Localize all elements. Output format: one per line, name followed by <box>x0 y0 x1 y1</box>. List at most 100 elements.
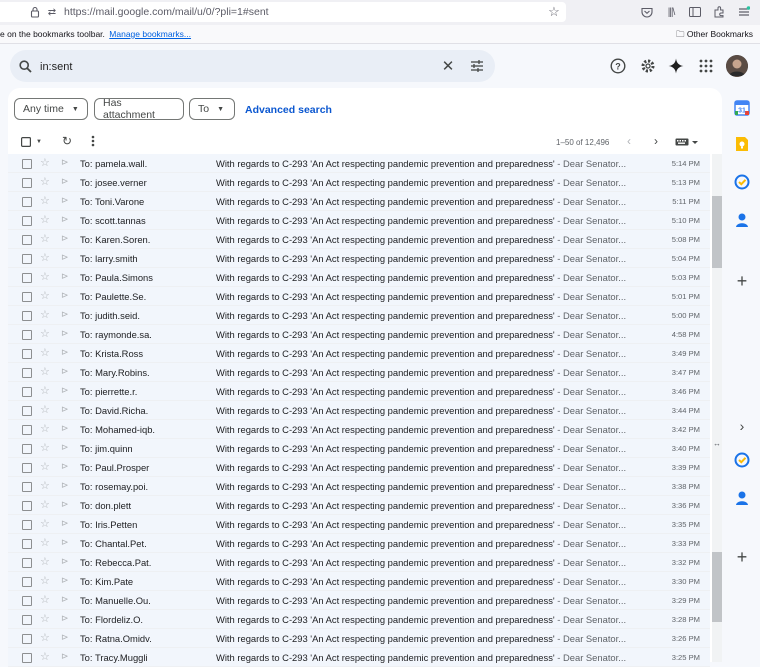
row-checkbox[interactable] <box>22 273 32 283</box>
star-icon[interactable]: ☆ <box>40 593 50 606</box>
email-row[interactable]: ☆ ⊳ To: Mary.Robins. With regards to C-293 … <box>8 363 710 382</box>
important-marker-icon[interactable]: ⊳ <box>61 176 69 187</box>
select-dropdown-chevron-icon[interactable]: ▼ <box>34 137 44 147</box>
row-checkbox[interactable] <box>22 311 32 321</box>
important-marker-icon[interactable]: ⊳ <box>61 423 69 434</box>
search-options-icon[interactable] <box>469 58 485 74</box>
pocket-icon[interactable] <box>640 5 654 19</box>
support-icon[interactable]: ? <box>609 57 627 75</box>
row-checkbox[interactable] <box>22 425 32 435</box>
email-row[interactable]: ☆ ⊳ To: Manuelle.Ou. With regards to C-293 … <box>8 591 710 610</box>
row-checkbox[interactable] <box>22 216 32 226</box>
important-marker-icon[interactable]: ⊳ <box>61 271 69 282</box>
important-marker-icon[interactable]: ⊳ <box>61 575 69 586</box>
star-icon[interactable]: ☆ <box>40 460 50 473</box>
row-checkbox[interactable] <box>22 292 32 302</box>
expand-panel-chevron-icon[interactable]: › <box>728 412 756 440</box>
important-marker-icon[interactable]: ⊳ <box>61 499 69 510</box>
important-marker-icon[interactable]: ⊳ <box>61 537 69 548</box>
important-marker-icon[interactable]: ⊳ <box>61 214 69 225</box>
advanced-search-link[interactable]: Advanced search <box>245 104 332 116</box>
other-bookmarks[interactable]: 🗀 Other Bookmarks <box>676 29 753 43</box>
star-icon[interactable]: ☆ <box>40 213 50 226</box>
lock-icon[interactable] <box>29 5 41 19</box>
important-marker-icon[interactable]: ⊳ <box>61 480 69 491</box>
important-marker-icon[interactable]: ⊳ <box>61 404 69 415</box>
email-row[interactable]: ☆ ⊳ To: don.plett With regards to C-293 'An… <box>8 496 710 515</box>
email-row[interactable]: ☆ ⊳ To: josee.verner With regards to C-293 … <box>8 173 710 192</box>
important-marker-icon[interactable]: ⊳ <box>61 347 69 358</box>
row-checkbox[interactable] <box>22 615 32 625</box>
address-bar[interactable]: ⇄ https://mail.google.com/mail/u/0/?pli=… <box>0 2 566 22</box>
row-checkbox[interactable] <box>22 596 32 606</box>
email-row[interactable]: ☆ ⊳ To: Tracy.Muggli With regards to C-293 … <box>8 648 710 667</box>
contacts-app-icon[interactable] <box>728 206 756 234</box>
star-icon[interactable]: ☆ <box>40 403 50 416</box>
star-icon[interactable]: ☆ <box>40 574 50 587</box>
important-marker-icon[interactable]: ⊳ <box>61 613 69 624</box>
important-marker-icon[interactable]: ⊳ <box>61 632 69 643</box>
star-icon[interactable]: ☆ <box>40 555 50 568</box>
row-checkbox[interactable] <box>22 349 32 359</box>
apps-grid-icon[interactable] <box>697 57 715 75</box>
any-time-filter[interactable]: Any time ▼ <box>14 98 88 120</box>
important-marker-icon[interactable]: ⊳ <box>61 252 69 263</box>
tasks-app-icon[interactable] <box>728 168 756 196</box>
extensions-icon[interactable] <box>712 5 726 19</box>
add-app-plus-icon[interactable]: + <box>728 267 756 295</box>
tasks-app-icon-2[interactable] <box>728 446 756 474</box>
row-checkbox[interactable] <box>22 558 32 568</box>
email-row[interactable]: ☆ ⊳ To: jim.quinn With regards to C-293 'An… <box>8 439 710 458</box>
important-marker-icon[interactable]: ⊳ <box>61 442 69 453</box>
search-input[interactable] <box>38 58 422 76</box>
manage-bookmarks-link[interactable]: Manage bookmarks... <box>109 29 191 39</box>
important-marker-icon[interactable]: ⊳ <box>61 157 69 168</box>
star-icon[interactable]: ☆ <box>40 327 50 340</box>
select-all-checkbox[interactable] <box>20 136 32 148</box>
row-checkbox[interactable] <box>22 235 32 245</box>
row-checkbox[interactable] <box>22 539 32 549</box>
newer-page-icon[interactable]: ‹ <box>623 134 635 148</box>
email-row[interactable]: ☆ ⊳ To: Krista.Ross With regards to C-293 '… <box>8 344 710 363</box>
row-checkbox[interactable] <box>22 197 32 207</box>
row-checkbox[interactable] <box>22 482 32 492</box>
star-icon[interactable]: ☆ <box>40 536 50 549</box>
star-icon[interactable]: ☆ <box>40 194 50 207</box>
menu-icon[interactable] <box>737 3 751 21</box>
bookmark-star-icon[interactable]: ☆ <box>547 4 561 20</box>
star-icon[interactable]: ☆ <box>40 175 50 188</box>
important-marker-icon[interactable]: ⊳ <box>61 195 69 206</box>
star-icon[interactable]: ☆ <box>40 365 50 378</box>
important-marker-icon[interactable]: ⊳ <box>61 385 69 396</box>
email-row[interactable]: ☆ ⊳ To: Chantal.Pet. With regards to C-293 … <box>8 534 710 553</box>
email-row[interactable]: ☆ ⊳ To: pamela.wall. With regards to C-293 … <box>8 154 710 173</box>
important-marker-icon[interactable]: ⊳ <box>61 556 69 567</box>
star-icon[interactable]: ☆ <box>40 441 50 454</box>
row-checkbox[interactable] <box>22 178 32 188</box>
email-row[interactable]: ☆ ⊳ To: Kim.Pate With regards to C-293 'An … <box>8 572 710 591</box>
calendar-app-icon[interactable]: 31 <box>728 94 756 122</box>
url-text[interactable]: https://mail.google.com/mail/u/0/?pli=1#… <box>64 6 269 18</box>
email-row[interactable]: ☆ ⊳ To: Paulette.Se. With regards to C-293 … <box>8 287 710 306</box>
star-icon[interactable]: ☆ <box>40 384 50 397</box>
row-checkbox[interactable] <box>22 463 32 473</box>
refresh-icon[interactable]: ↻ <box>60 134 74 148</box>
resize-handle-icon[interactable]: ↔ <box>712 438 722 448</box>
row-checkbox[interactable] <box>22 406 32 416</box>
clear-search-icon[interactable]: ✕ <box>440 58 456 75</box>
star-icon[interactable]: ☆ <box>40 289 50 302</box>
row-checkbox[interactable] <box>22 330 32 340</box>
row-checkbox[interactable] <box>22 368 32 378</box>
email-row[interactable]: ☆ ⊳ To: Karen.Soren. With regards to C-293 … <box>8 230 710 249</box>
scrollbar-thumb-lower[interactable] <box>712 552 722 622</box>
important-marker-icon[interactable]: ⊳ <box>61 366 69 377</box>
email-row[interactable]: ☆ ⊳ To: rosemay.poi. With regards to C-293 … <box>8 477 710 496</box>
email-row[interactable]: ☆ ⊳ To: Toni.Varone With regards to C-293 '… <box>8 192 710 211</box>
important-marker-icon[interactable]: ⊳ <box>61 461 69 472</box>
library-icon[interactable]: |||\ <box>664 5 678 19</box>
contacts-app-icon-2[interactable] <box>728 484 756 512</box>
important-marker-icon[interactable]: ⊳ <box>61 594 69 605</box>
sidebar-icon[interactable] <box>688 5 702 19</box>
search-bar[interactable]: ✕ <box>10 50 495 82</box>
row-checkbox[interactable] <box>22 387 32 397</box>
